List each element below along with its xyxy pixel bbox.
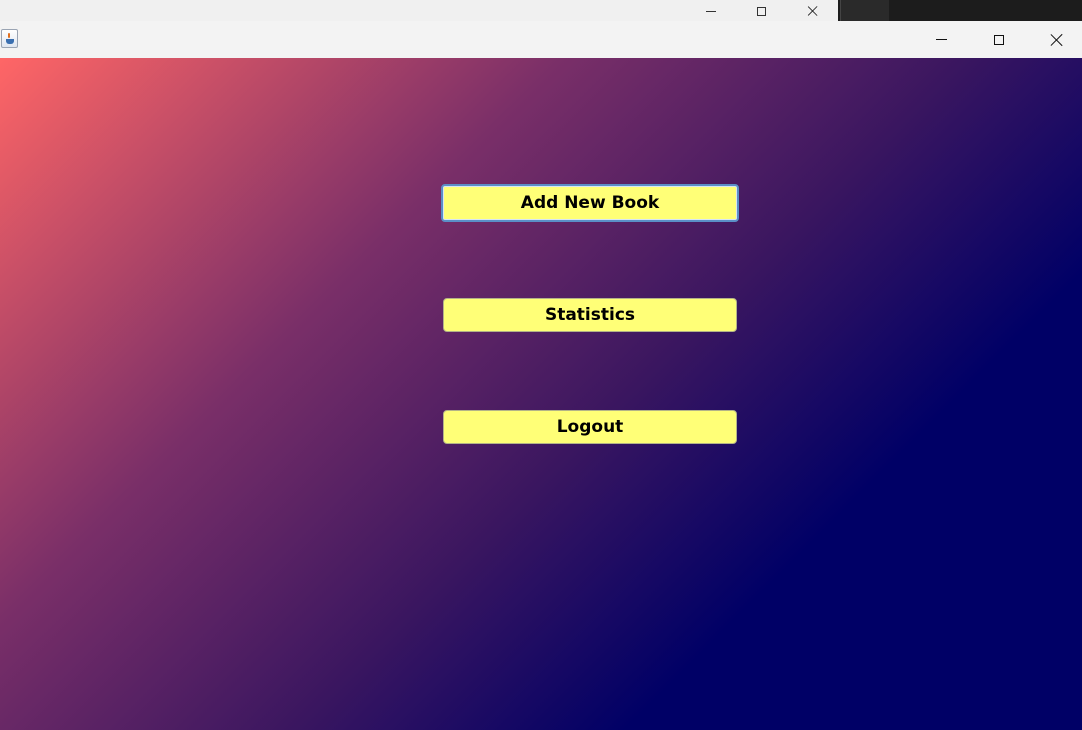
maximize-icon bbox=[994, 34, 1004, 45]
title-bar[interactable] bbox=[0, 21, 1082, 58]
app-window: Add New Book Statistics Logout bbox=[0, 21, 1082, 730]
maximize-button[interactable] bbox=[970, 21, 1028, 58]
minimize-button[interactable] bbox=[912, 21, 970, 58]
logout-button[interactable]: Logout bbox=[443, 410, 737, 444]
main-panel: Add New Book Statistics Logout bbox=[0, 58, 1082, 730]
screen: Add New Book Statistics Logout bbox=[0, 0, 1082, 730]
background-window bbox=[0, 0, 1082, 22]
add-new-book-button[interactable]: Add New Book bbox=[441, 184, 739, 222]
minimize-icon bbox=[935, 39, 947, 40]
java-cup-icon[interactable] bbox=[1, 29, 18, 48]
background-minimize-icon[interactable] bbox=[696, 2, 726, 20]
background-dark-window bbox=[840, 0, 889, 21]
background-maximize-icon[interactable] bbox=[746, 2, 776, 20]
background-close-icon[interactable] bbox=[798, 2, 828, 20]
statistics-button[interactable]: Statistics bbox=[443, 298, 737, 332]
close-button[interactable] bbox=[1028, 21, 1082, 58]
background-window-titlebar bbox=[0, 0, 838, 22]
close-icon bbox=[1050, 33, 1064, 47]
